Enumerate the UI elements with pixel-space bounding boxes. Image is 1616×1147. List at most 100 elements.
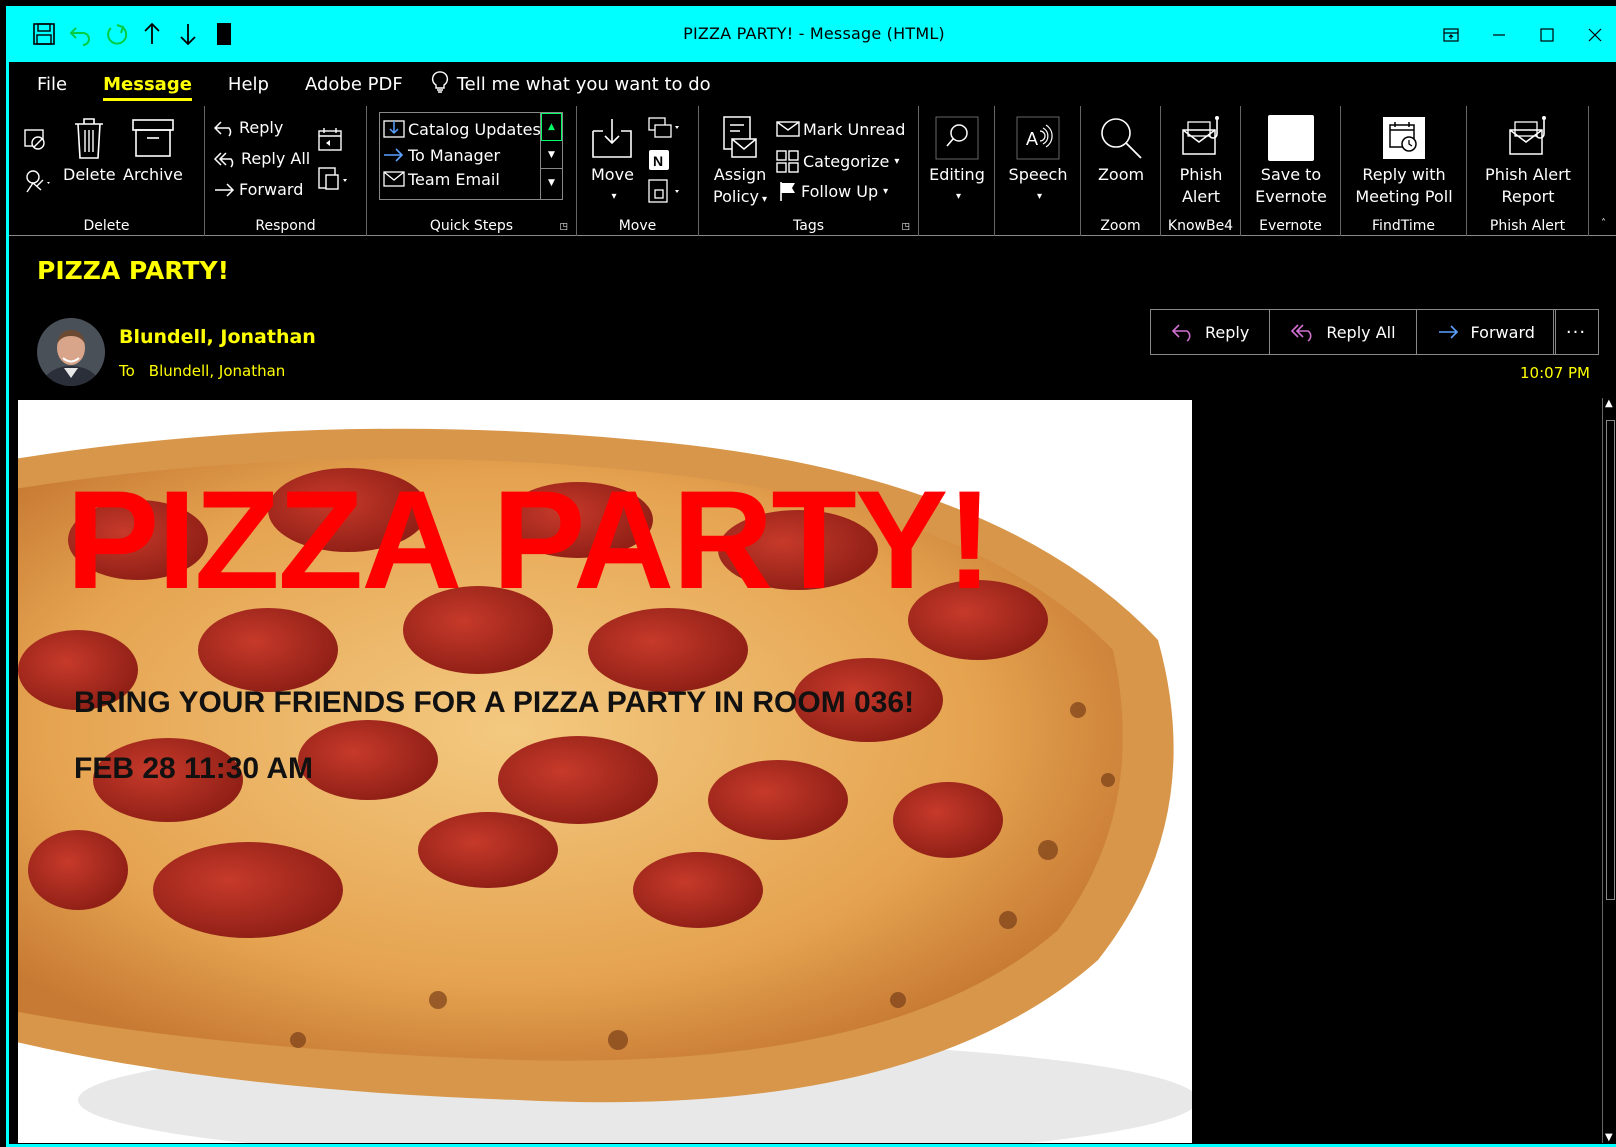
scroll-up-icon[interactable]: ▲: [1605, 398, 1613, 409]
follow-up-button[interactable]: Follow Up ▾: [777, 180, 888, 202]
quick-steps-label: Quick Steps: [429, 218, 514, 234]
zoom-icon: [1098, 112, 1144, 164]
phish-alert-group: Phish Alert Report Phish Alert: [1467, 106, 1589, 236]
quick-steps-group: Catalog Updates To Manager Team Email ▲ …: [367, 106, 577, 236]
phish-alert-button[interactable]: Phish Alert: [1167, 112, 1235, 208]
phish-hook-icon: [1177, 112, 1225, 164]
move-group: Move ▾ N Move: [577, 106, 699, 236]
scroll-down-icon[interactable]: ▼: [1605, 1132, 1613, 1143]
evernote-group: Save to Evernote Evernote: [1241, 106, 1341, 236]
tab-message[interactable]: Message: [85, 62, 210, 106]
title-bar: PIZZA PARTY! - Message (HTML): [9, 6, 1616, 62]
avatar[interactable]: [37, 318, 105, 386]
respond-group: Reply Reply All Forward Respond: [205, 106, 367, 236]
quick-step-to-manager[interactable]: To Manager: [382, 145, 500, 165]
ribbon-display-icon[interactable]: [1427, 20, 1475, 50]
more-respond-icon[interactable]: [317, 166, 349, 192]
tab-help[interactable]: Help: [210, 62, 287, 106]
meeting-reply-icon[interactable]: [317, 126, 343, 152]
reply-with-meeting-poll-button[interactable]: Reply with Meeting Poll: [1347, 112, 1461, 208]
vertical-scrollbar[interactable]: ▲ ▼: [1602, 398, 1616, 1143]
collapse-ribbon-icon[interactable]: ˄: [1601, 218, 1606, 229]
actions-icon[interactable]: [647, 178, 681, 204]
reply-icon: [1171, 324, 1191, 342]
ribbon-reply-all-button[interactable]: Reply All: [213, 149, 310, 168]
tags-group-label: Tags: [793, 218, 824, 234]
delete-group-label: Delete: [83, 218, 130, 234]
tab-adobe-pdf[interactable]: Adobe PDF: [287, 62, 421, 106]
sender-name[interactable]: Blundell, Jonathan: [119, 326, 316, 348]
search-icon: [934, 112, 980, 164]
evernote-icon: [1268, 112, 1314, 164]
flyer-headline: PIZZA PARTY!: [66, 461, 993, 618]
recipient-line: To Blundell, Jonathan: [119, 362, 285, 380]
tab-file[interactable]: File: [9, 62, 85, 106]
forward-button[interactable]: Forward: [1417, 310, 1555, 354]
minimize-icon[interactable]: [1475, 20, 1523, 50]
read-aloud-icon: A: [1015, 112, 1061, 164]
policy-icon: [720, 112, 760, 164]
zoom-group-label: Zoom: [1100, 218, 1141, 234]
delete-button[interactable]: Delete: [63, 112, 116, 186]
knowbe4-group-label: KnowBe4: [1167, 218, 1234, 234]
rules-icon[interactable]: [647, 116, 681, 140]
phish-alert-group-label: Phish Alert: [1489, 218, 1566, 234]
ribbon-tabs: File Message Help Adobe PDF Tell me what…: [9, 62, 1616, 106]
move-group-label: Move: [618, 218, 657, 234]
maximize-icon[interactable]: [1523, 20, 1571, 50]
reply-all-button[interactable]: Reply All: [1270, 310, 1417, 354]
flyer-date-text: FEB 28 11:30 AM: [74, 752, 313, 785]
findtime-group-label: FindTime: [1372, 218, 1435, 234]
quick-step-team-email[interactable]: Team Email: [382, 169, 500, 189]
reading-pane-actions: Reply Reply All Forward: [1150, 309, 1556, 355]
scrollbar-thumb[interactable]: [1606, 420, 1615, 900]
trash-icon: [73, 112, 105, 164]
flyer-invite-text: BRING YOUR FRIENDS FOR A PIZZA PARTY IN …: [74, 686, 915, 719]
to-label: To: [119, 362, 135, 380]
phish-alert-report-button[interactable]: Phish Alert Report: [1473, 112, 1583, 208]
quick-step-catalog-updates[interactable]: Catalog Updates: [382, 119, 541, 139]
ribbon-reply-button[interactable]: Reply: [213, 118, 283, 137]
delete-group: Delete Archive Delete: [9, 106, 205, 236]
message-body: PIZZA PARTY! BRING YOUR FRIENDS FOR A PI…: [18, 400, 1192, 1143]
speech-button[interactable]: A Speech ▾: [1001, 112, 1075, 208]
quick-steps-gallery: Catalog Updates To Manager Team Email ▲ …: [379, 112, 563, 200]
reply-all-icon: [1291, 324, 1312, 342]
archive-button[interactable]: Archive: [123, 112, 183, 186]
close-icon[interactable]: [1571, 20, 1616, 50]
speech-group: A Speech ▾: [995, 106, 1081, 236]
cleanup-icon[interactable]: [23, 168, 53, 194]
expand-gallery-icon[interactable]: ▼: [541, 169, 562, 197]
move-dropdown-icon: ▾: [611, 191, 617, 202]
editing-button[interactable]: Editing ▾: [923, 112, 991, 208]
forward-icon: [1438, 325, 1458, 339]
svg-text:N: N: [653, 153, 663, 169]
tags-group: Assign Policy ▾ Mark Unread Categorize ▾ Fo…: [699, 106, 919, 236]
editing-group: Editing ▾: [919, 106, 995, 236]
onenote-icon[interactable]: N: [647, 148, 671, 172]
move-button[interactable]: Move ▾: [591, 112, 634, 208]
recipient-name[interactable]: Blundell, Jonathan: [149, 362, 285, 380]
window-title: PIZZA PARTY! - Message (HTML): [683, 24, 945, 43]
received-time: 10:07 PM: [1520, 364, 1590, 382]
save-to-evernote-button[interactable]: Save to Evernote: [1245, 112, 1337, 208]
phish-report-icon: [1504, 112, 1552, 164]
tell-me-search[interactable]: Tell me what you want to do: [421, 70, 711, 98]
ribbon-forward-button[interactable]: Forward: [213, 180, 303, 199]
window-controls: [1427, 20, 1616, 50]
reply-button[interactable]: Reply: [1151, 310, 1271, 354]
chevron-down-icon[interactable]: ▼: [541, 141, 562, 169]
svg-text:A: A: [1026, 129, 1038, 149]
move-icon: [591, 112, 633, 164]
ribbon: Delete Archive Delete Reply Reply All Fo…: [9, 106, 1616, 236]
assign-policy-button[interactable]: Assign Policy ▾: [713, 112, 767, 211]
mark-unread-button[interactable]: Mark Unread: [775, 118, 905, 140]
categorize-button[interactable]: Categorize ▾: [775, 149, 899, 173]
zoom-button[interactable]: Zoom: [1087, 112, 1155, 186]
evernote-group-label: Evernote: [1259, 218, 1322, 234]
ignore-icon[interactable]: [23, 126, 49, 152]
more-actions-button[interactable]: ···: [1553, 309, 1599, 355]
quick-steps-scroll: ▲ ▼ ▼: [540, 113, 562, 199]
lightbulb-icon: [431, 70, 449, 98]
chevron-up-icon[interactable]: ▲: [541, 113, 562, 141]
